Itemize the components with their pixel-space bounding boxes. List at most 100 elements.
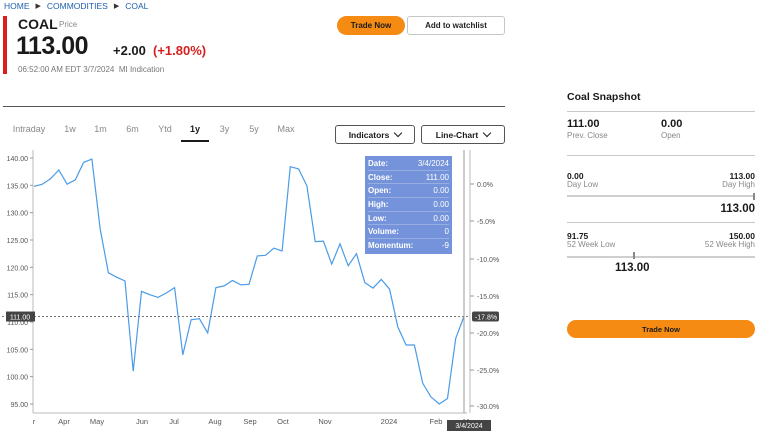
tooltip-label: Open: bbox=[368, 186, 392, 196]
range-tabs: Intraday 1w 1m 6m Ytd 1y 3y 5y Max bbox=[3, 124, 304, 142]
tab-max[interactable]: Max bbox=[268, 124, 304, 142]
week52-high-label: 52 Week High bbox=[704, 240, 755, 249]
add-to-watchlist-button[interactable]: Add to watchlist bbox=[407, 16, 505, 35]
y-right-tick-label: -20.0% bbox=[477, 331, 499, 338]
tooltip-value: -9 bbox=[441, 241, 449, 251]
prev-close-value: 111.00 bbox=[567, 118, 600, 130]
ticker-symbol: COAL bbox=[18, 16, 58, 32]
x-tick-label: Jun bbox=[136, 417, 148, 426]
price-change-indicator-bar bbox=[3, 16, 7, 74]
breadcrumb-commodities[interactable]: COMMODITIES bbox=[47, 1, 108, 11]
tab-5y[interactable]: 5y bbox=[240, 124, 268, 142]
chart-type-label: Line-Chart bbox=[435, 129, 479, 140]
tooltip-row: Open: 0.00 bbox=[368, 184, 449, 199]
tooltip-row: Close: 111.00 bbox=[368, 171, 449, 185]
tooltip-label: Momentum: bbox=[368, 241, 414, 251]
y-right-tick-label: -25.0% bbox=[477, 368, 499, 375]
tooltip-value: 0.00 bbox=[433, 186, 449, 196]
day-range-current: 113.00 bbox=[720, 203, 755, 215]
indicators-dropdown[interactable]: Indicators bbox=[335, 125, 415, 144]
chevron-down-icon bbox=[483, 128, 492, 138]
indication-text: MI Indication bbox=[118, 65, 165, 74]
week52-low-label: 52 Week Low bbox=[567, 240, 616, 249]
chart-tooltip: Date: 3/4/2024 Close: 111.00 Open: 0.00 Hig… bbox=[365, 156, 452, 254]
breadcrumb-home[interactable]: HOME bbox=[4, 1, 30, 11]
tooltip-row: Date: 3/4/2024 bbox=[368, 157, 449, 171]
chevron-down-icon bbox=[394, 128, 403, 138]
y-tick-label: 130.00 bbox=[7, 211, 29, 218]
tab-1w[interactable]: 1w bbox=[55, 124, 85, 142]
x-tick-label: Jul bbox=[169, 417, 179, 426]
tooltip-label: Date: bbox=[368, 158, 389, 168]
week52-range-marker bbox=[633, 252, 635, 259]
tab-1y[interactable]: 1y bbox=[181, 124, 209, 142]
week52-range-track bbox=[567, 256, 755, 258]
y-tick-label: 100.00 bbox=[7, 375, 29, 382]
y-right-tick-label: 0.0% bbox=[477, 182, 493, 189]
day-high-label: Day High bbox=[722, 180, 755, 189]
y-tick-label: 120.00 bbox=[7, 265, 29, 272]
chart-type-dropdown[interactable]: Line-Chart bbox=[421, 125, 505, 144]
tooltip-label: High: bbox=[368, 199, 389, 209]
x-tick-label: Nov bbox=[318, 417, 332, 426]
x-tick-label: 2024 bbox=[381, 417, 398, 426]
x-tick-label: Sep bbox=[243, 417, 256, 426]
tooltip-row: Low: 0.00 bbox=[368, 212, 449, 226]
tab-1m[interactable]: 1m bbox=[85, 124, 116, 142]
tooltip-value: 0.00 bbox=[433, 213, 449, 223]
week52-range-current: 113.00 bbox=[615, 262, 650, 274]
tab-6m[interactable]: 6m bbox=[116, 124, 149, 142]
tooltip-value: 0.00 bbox=[433, 199, 449, 209]
tab-3y[interactable]: 3y bbox=[209, 124, 240, 142]
y-right-tick-label: -10.0% bbox=[477, 257, 499, 264]
tooltip-value: 0 bbox=[444, 227, 449, 237]
snapshot-trade-now-button[interactable]: Trade Now bbox=[567, 320, 755, 338]
x-tick-label: Oct bbox=[277, 417, 290, 426]
tooltip-label: Low: bbox=[368, 213, 387, 223]
trade-now-button[interactable]: Trade Now bbox=[337, 16, 405, 35]
crosshair-pct-label: -17.8% bbox=[475, 315, 497, 322]
chevron-right-icon: ▶ bbox=[113, 3, 120, 10]
y-right-tick-label: -15.0% bbox=[477, 294, 499, 301]
tooltip-row: Volume: 0 bbox=[368, 225, 449, 240]
open-label: Open bbox=[661, 131, 681, 140]
crosshair-date-label: 3/4/2024 bbox=[455, 423, 482, 430]
indicators-label: Indicators bbox=[348, 129, 390, 140]
ticker-subtitle: Price bbox=[59, 20, 78, 29]
x-tick-label: r bbox=[33, 417, 36, 426]
timestamp-text: 06:52:00 AM EDT 3/7/2024 bbox=[18, 65, 115, 74]
section-divider bbox=[3, 106, 505, 107]
y-right-tick-label: -30.0% bbox=[477, 404, 499, 411]
day-low-label: Day Low bbox=[567, 180, 599, 189]
tab-intraday[interactable]: Intraday bbox=[3, 124, 55, 142]
snapshot-divider bbox=[567, 222, 755, 223]
x-tick-label: Apr bbox=[58, 417, 70, 426]
tooltip-row: Momentum: -9 bbox=[368, 239, 449, 253]
crosshair-y-label: 111.00 bbox=[10, 315, 30, 322]
y-tick-label: 105.00 bbox=[7, 347, 29, 354]
price-change: +2.00 bbox=[113, 43, 146, 58]
tooltip-value: 111.00 bbox=[425, 172, 449, 182]
day-range-track bbox=[567, 195, 755, 197]
current-price: 113.00 bbox=[16, 32, 89, 60]
breadcrumb-coal[interactable]: COAL bbox=[125, 1, 148, 11]
day-range-marker bbox=[753, 193, 755, 200]
tooltip-label: Close: bbox=[368, 172, 393, 182]
tooltip-row: High: 0.00 bbox=[368, 198, 449, 212]
y-tick-label: 140.00 bbox=[7, 156, 29, 163]
prev-close-label: Prev. Close bbox=[567, 131, 608, 140]
snapshot-divider bbox=[567, 155, 755, 156]
x-tick-label: Feb bbox=[430, 417, 443, 426]
y-right-tick-label: -5.0% bbox=[477, 219, 495, 226]
x-tick-label: Aug bbox=[208, 417, 221, 426]
y-tick-label: 125.00 bbox=[7, 238, 29, 245]
chevron-right-icon: ▶ bbox=[35, 3, 41, 10]
y-tick-label: 115.00 bbox=[7, 293, 28, 300]
breadcrumb: HOME ▶ COMMODITIES ▶ COAL bbox=[4, 1, 148, 11]
snapshot-divider bbox=[567, 111, 755, 112]
y-tick-label: 135.00 bbox=[7, 183, 29, 190]
price-change-percent: (+1.80%) bbox=[153, 43, 207, 58]
tab-ytd[interactable]: Ytd bbox=[149, 124, 181, 142]
open-value: 0.00 bbox=[661, 118, 683, 130]
y-tick-label: 95.00 bbox=[10, 402, 28, 409]
